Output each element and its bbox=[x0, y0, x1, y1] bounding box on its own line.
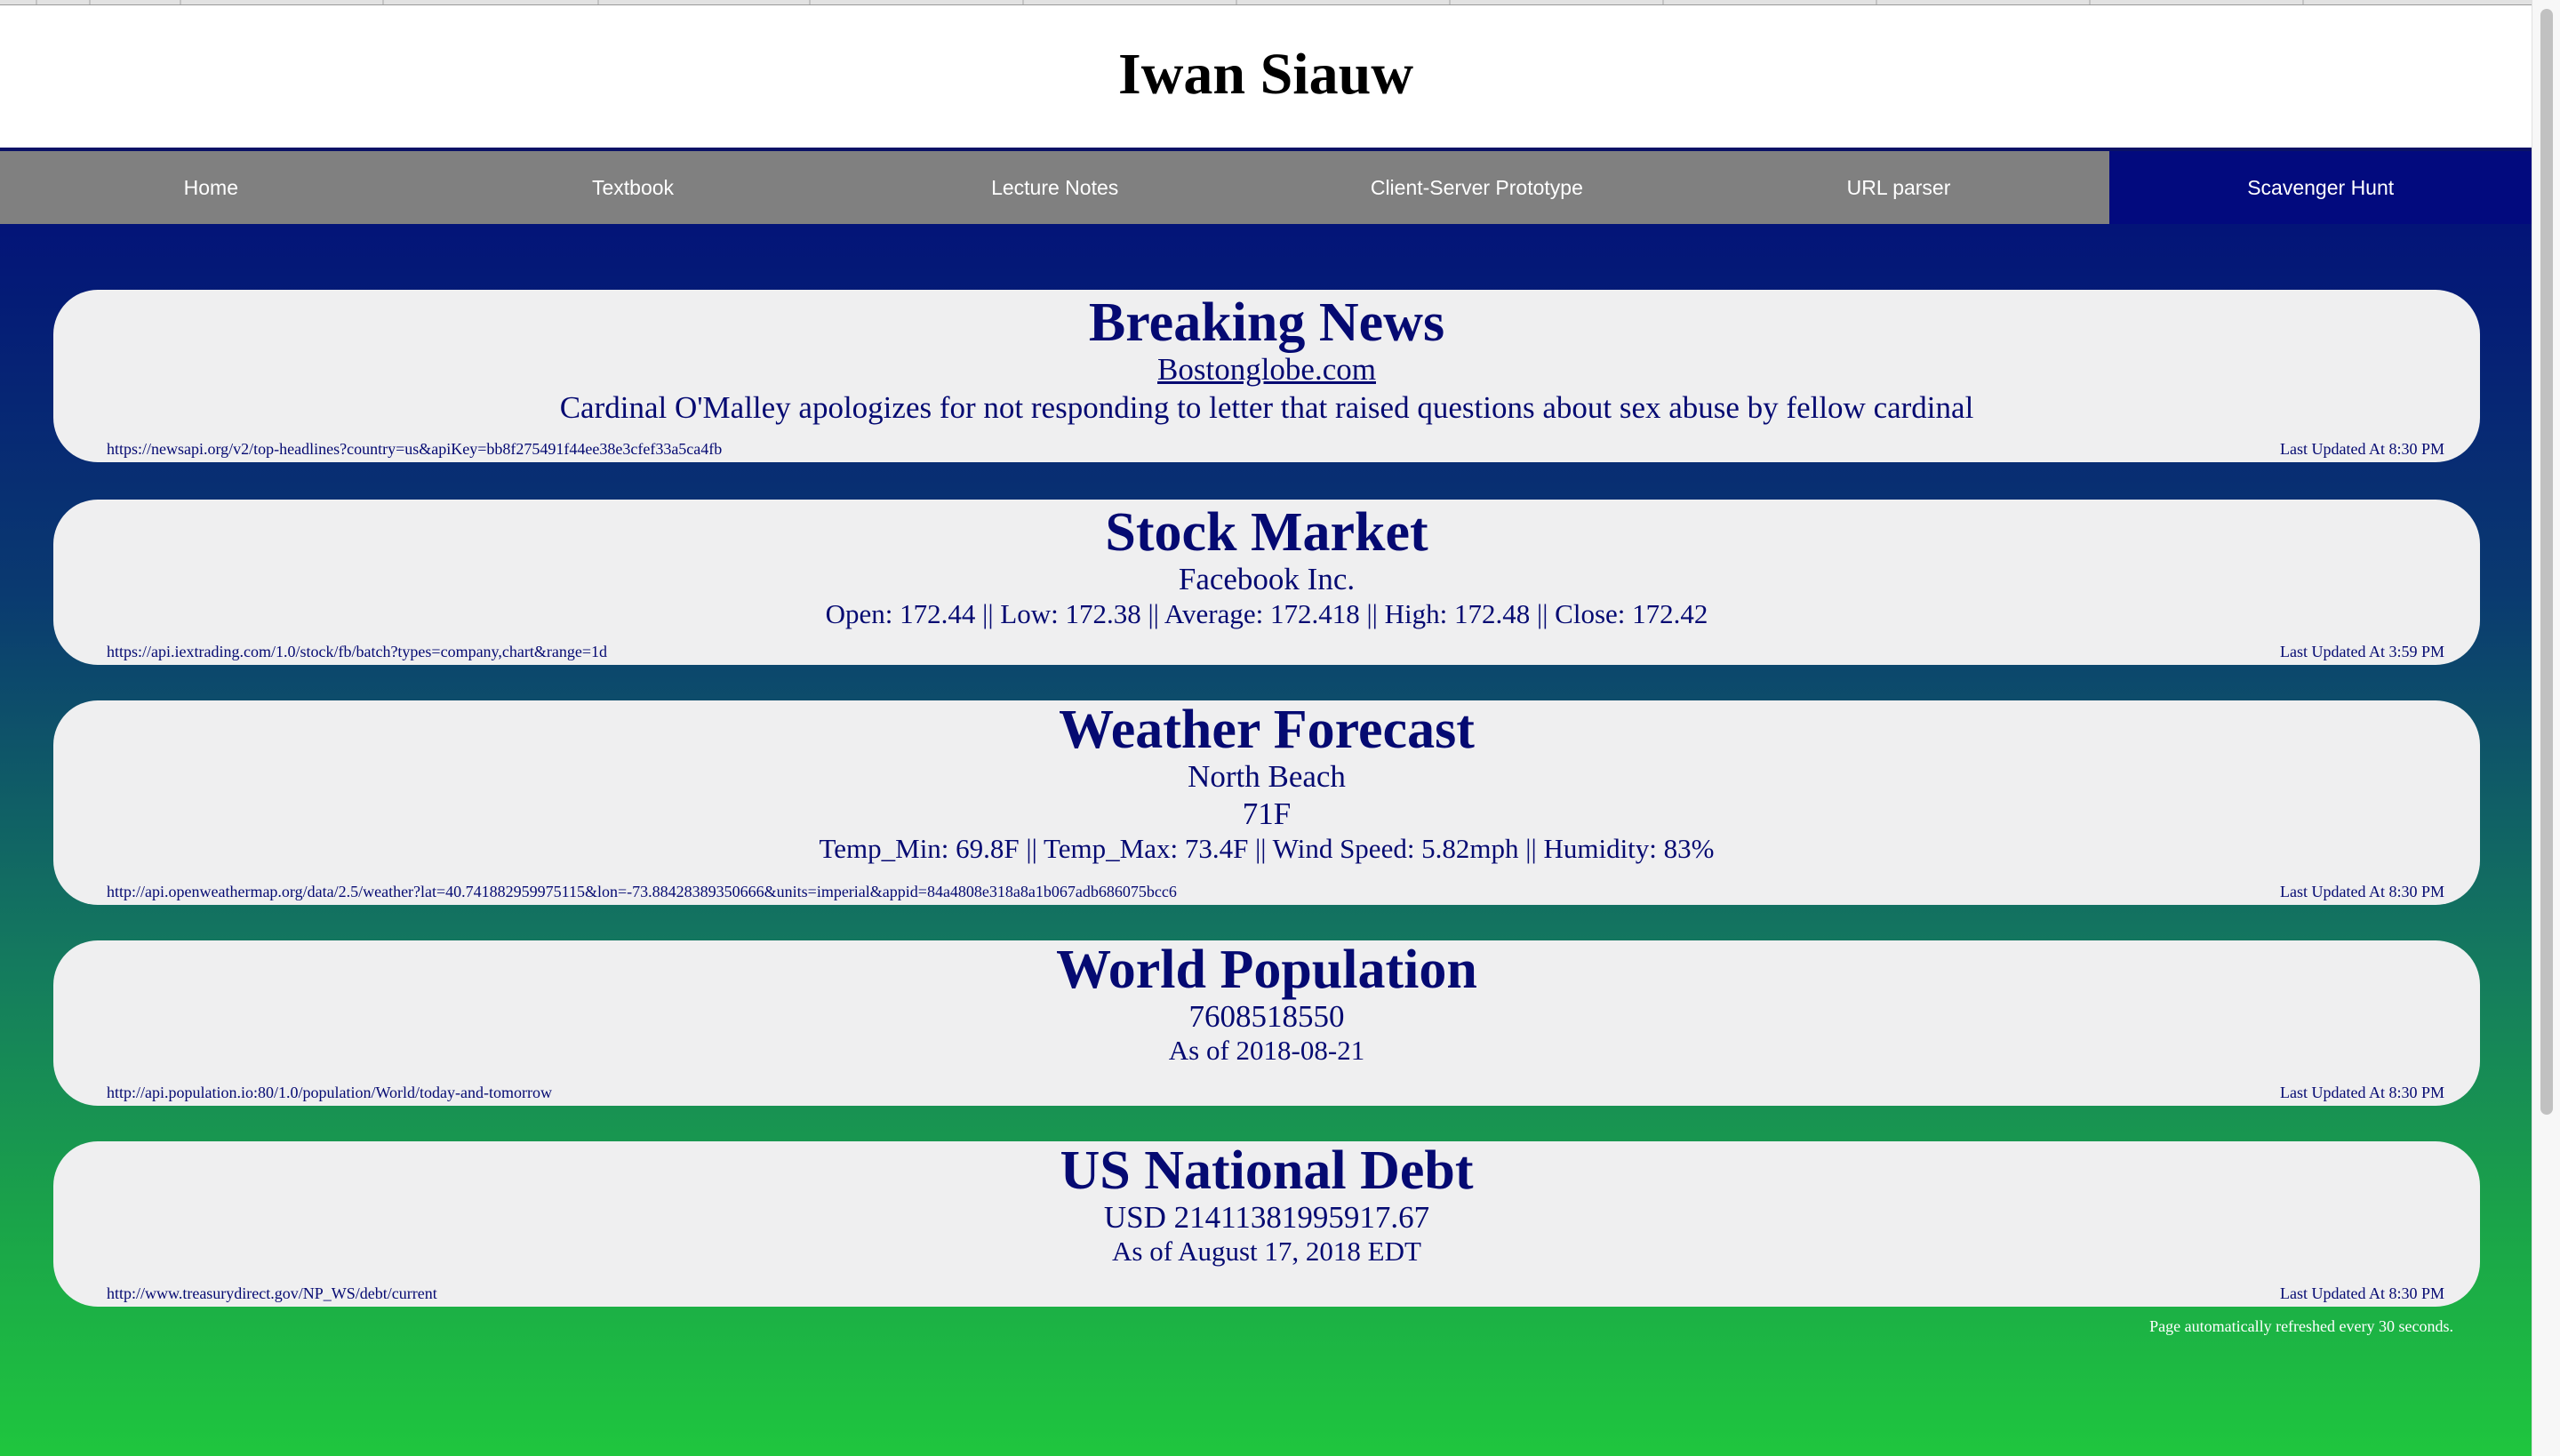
weather-temp: 71F bbox=[1242, 796, 1292, 831]
last-updated: Last Updated At 8:30 PM bbox=[2280, 883, 2444, 900]
card-footer: http://www.treasurydirect.gov/NP_WS/debt… bbox=[107, 1282, 2444, 1303]
card-title: Weather Forecast bbox=[1059, 700, 1475, 760]
news-card: Breaking News Bostonglobe.com Cardinal O… bbox=[53, 290, 2480, 462]
site-header: Iwan Siauw bbox=[0, 5, 2532, 148]
debt-as-of: As of August 17, 2018 EDT bbox=[1112, 1236, 1421, 1267]
card-footer: http://api.population.io:80/1.0/populati… bbox=[107, 1081, 2444, 1102]
weather-details: Temp_Min: 69.8F || Temp_Max: 73.4F || Wi… bbox=[819, 833, 1715, 864]
nav-scavenger-hunt[interactable]: Scavenger Hunt bbox=[2109, 151, 2532, 224]
main-nav: Home Textbook Lecture Notes Client-Serve… bbox=[0, 148, 2532, 224]
refresh-note: Page automatically refreshed every 30 se… bbox=[2149, 1317, 2453, 1335]
nav-textbook[interactable]: Textbook bbox=[422, 151, 844, 224]
stock-summary: Open: 172.44 || Low: 172.38 || Average: … bbox=[825, 598, 1708, 629]
last-updated: Last Updated At 8:30 PM bbox=[2280, 440, 2444, 458]
stock-card: Stock Market Facebook Inc. Open: 172.44 … bbox=[53, 500, 2480, 665]
weather-card: Weather Forecast North Beach 71F Temp_Mi… bbox=[53, 700, 2480, 905]
nav-client-server-prototype[interactable]: Client-Server Prototype bbox=[1266, 151, 1688, 224]
stock-company: Facebook Inc. bbox=[1178, 562, 1356, 596]
debt-value: USD 21411381995917.67 bbox=[1103, 1200, 1430, 1235]
content-area: Breaking News Bostonglobe.com Cardinal O… bbox=[0, 224, 2532, 1456]
last-updated: Last Updated At 3:59 PM bbox=[2280, 643, 2444, 660]
card-title: Breaking News bbox=[1088, 292, 1445, 353]
card-title: Stock Market bbox=[1105, 502, 1428, 563]
site-title: Iwan Siauw bbox=[1118, 42, 1413, 107]
nav-lecture-notes[interactable]: Lecture Notes bbox=[844, 151, 1266, 224]
api-url: https://newsapi.org/v2/top-headlines?cou… bbox=[107, 440, 723, 458]
api-url: http://api.population.io:80/1.0/populati… bbox=[107, 1084, 552, 1101]
weather-location: North Beach bbox=[1188, 759, 1346, 794]
api-url: http://www.treasurydirect.gov/NP_WS/debt… bbox=[107, 1284, 437, 1302]
last-updated: Last Updated At 8:30 PM bbox=[2280, 1284, 2444, 1302]
card-footer: http://api.openweathermap.org/data/2.5/w… bbox=[107, 880, 2444, 901]
population-as-of: As of 2018-08-21 bbox=[1168, 1035, 1365, 1066]
card-footer: https://api.iextrading.com/1.0/stock/fb/… bbox=[107, 640, 2444, 661]
news-source-link[interactable]: Bostonglobe.com bbox=[53, 352, 2480, 388]
page: Iwan Siauw Home Textbook Lecture Notes C… bbox=[0, 0, 2532, 1456]
population-value: 7608518550 bbox=[1188, 999, 1345, 1034]
news-headline: Cardinal O'Malley apologizes for not res… bbox=[559, 390, 1974, 425]
debt-card: US National Debt USD 21411381995917.67 A… bbox=[53, 1141, 2480, 1307]
card-footer: https://newsapi.org/v2/top-headlines?cou… bbox=[107, 437, 2444, 459]
api-url: http://api.openweathermap.org/data/2.5/w… bbox=[107, 883, 1177, 900]
last-updated: Last Updated At 8:30 PM bbox=[2280, 1084, 2444, 1101]
card-title: World Population bbox=[1056, 940, 1477, 1000]
vertical-scrollbar[interactable] bbox=[2532, 0, 2560, 1456]
nav-home[interactable]: Home bbox=[0, 151, 422, 224]
api-url: https://api.iextrading.com/1.0/stock/fb/… bbox=[107, 643, 607, 660]
scrollbar-thumb[interactable] bbox=[2540, 9, 2553, 1115]
population-card: World Population 7608518550 As of 2018-0… bbox=[53, 940, 2480, 1106]
card-title: US National Debt bbox=[1060, 1140, 1474, 1201]
nav-url-parser[interactable]: URL parser bbox=[1688, 151, 2110, 224]
